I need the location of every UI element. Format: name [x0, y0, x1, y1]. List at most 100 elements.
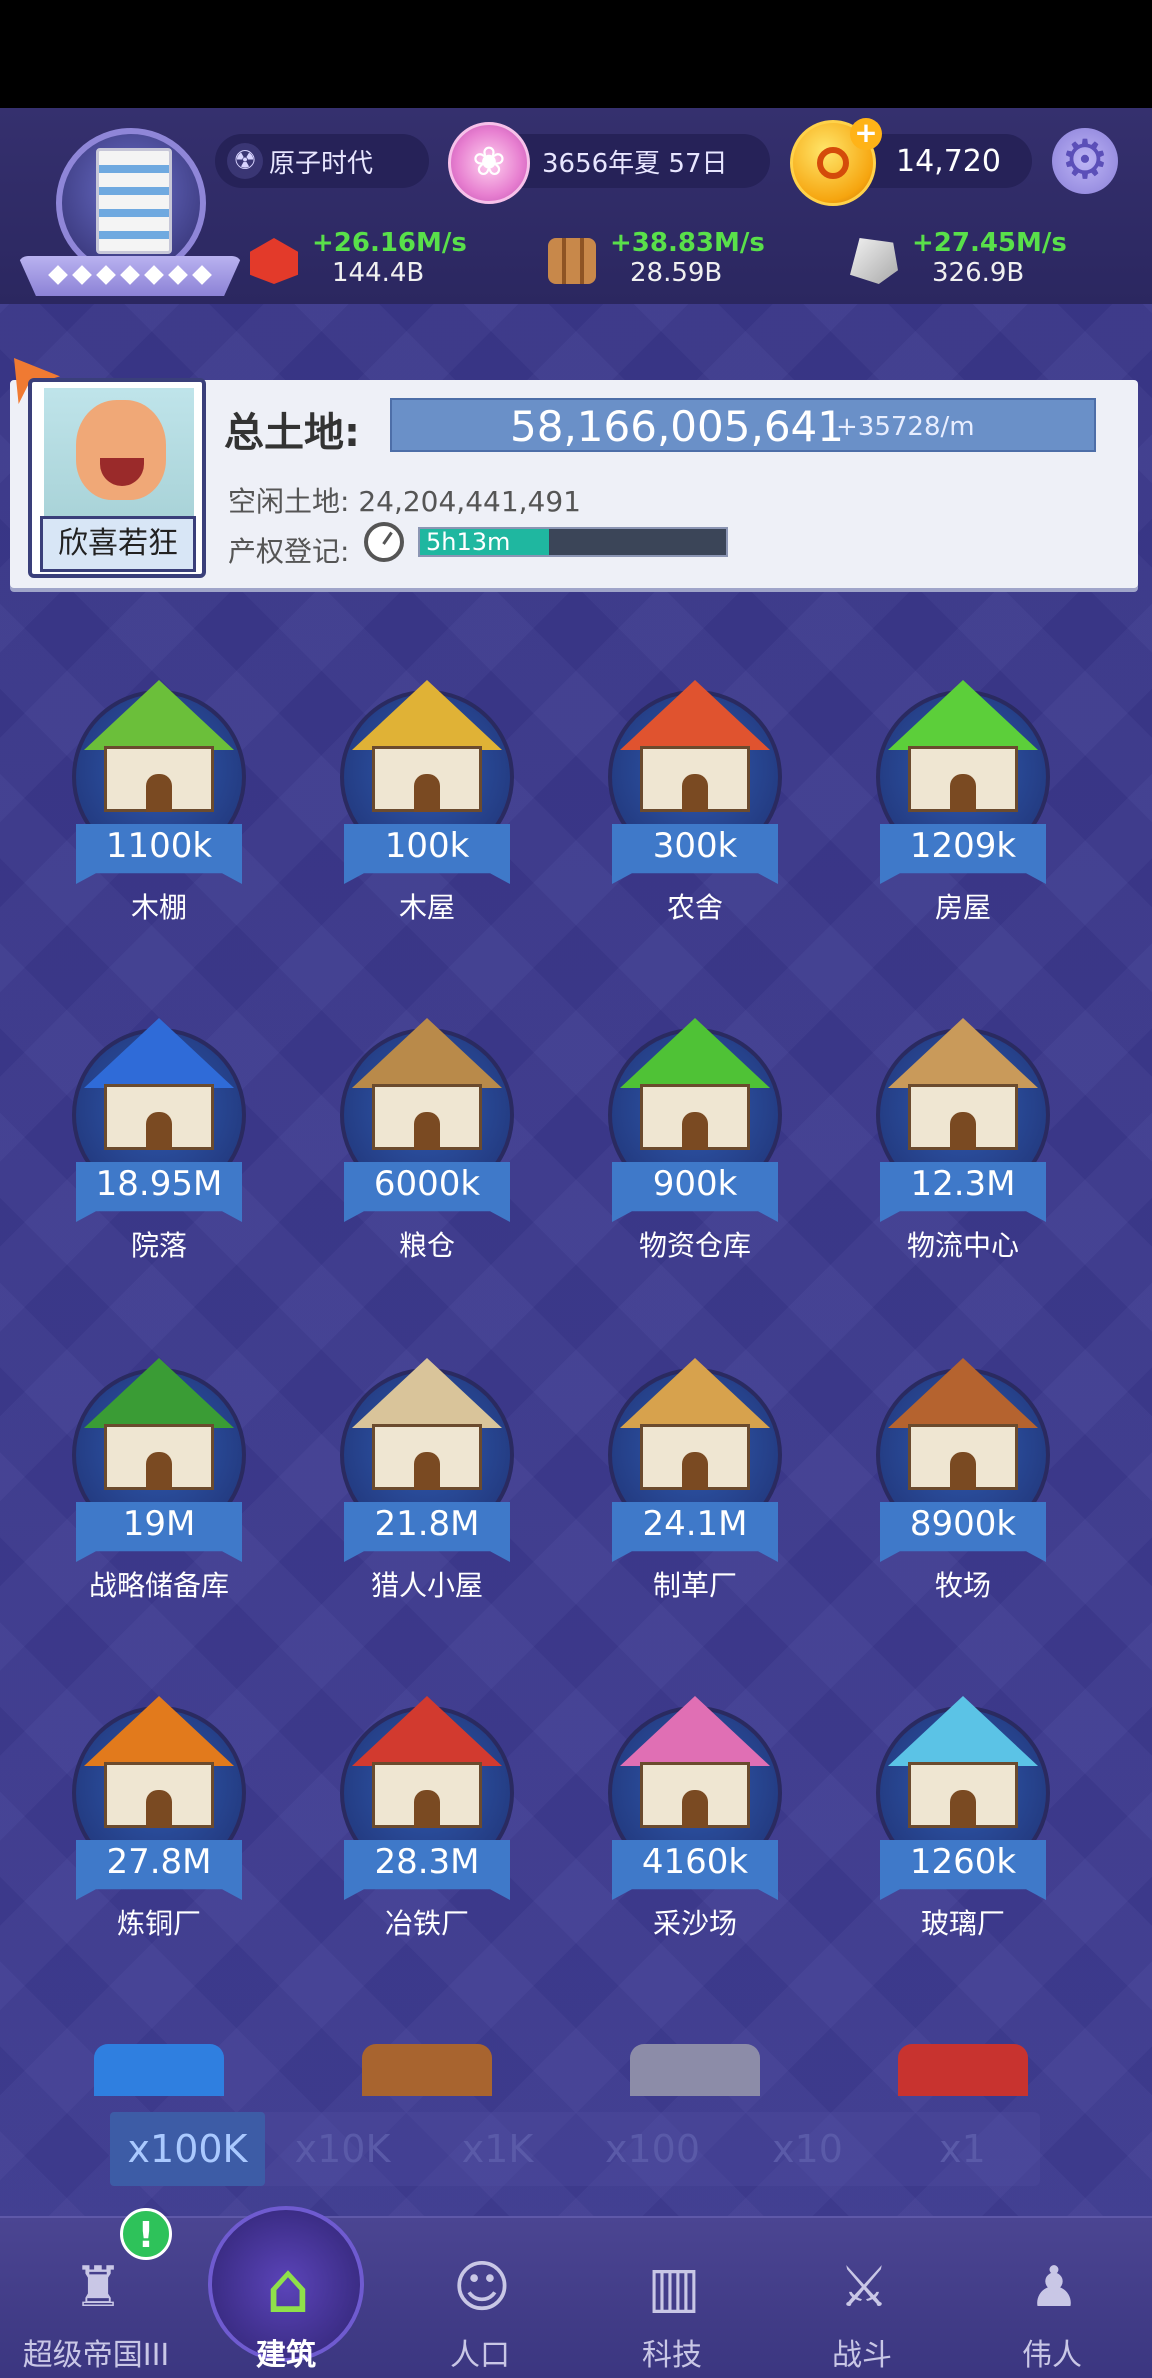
idle-land: 空闲土地: 24,204,441,491 [228, 485, 581, 518]
building-card[interactable]: 28.3M 冶铁厂 [302, 1656, 552, 1956]
building-cost: 21.8M [374, 1504, 480, 1544]
building-icon [84, 1696, 234, 1836]
person-icon: ☺ [452, 2255, 512, 2320]
building-icon [620, 1696, 770, 1836]
building-cost: 18.95M [95, 1164, 223, 1204]
resource-rate: +38.83M/s [610, 228, 765, 258]
total-land-label: 总土地: [224, 410, 360, 456]
building-name: 冶铁厂 [384, 1907, 469, 1940]
building-card[interactable]: 1209k 房屋 [838, 640, 1088, 940]
book-icon: ▥ [647, 2255, 701, 2320]
building-card[interactable]: 300k 农舍 [570, 640, 820, 940]
building-cost: 4160k [641, 1842, 749, 1882]
building-card[interactable]: 1100k 木棚 [34, 640, 284, 940]
building-name: 木屋 [398, 891, 455, 924]
building-icon [96, 148, 172, 254]
multiplier-option[interactable]: x1K [420, 2112, 575, 2186]
tab-label: 伟人 [1022, 2338, 1082, 2373]
castle-icon: ♜ [72, 2255, 124, 2320]
building-card[interactable]: 8900k 牧场 [838, 1318, 1088, 1618]
building-name: 木棚 [130, 891, 187, 924]
resource-total: 28.59B [630, 258, 723, 288]
building-icon [352, 1696, 502, 1836]
building-icon [352, 1358, 502, 1498]
building-card[interactable]: 900k 物资仓库 [570, 978, 820, 1278]
building-card[interactable]: 18.95M 院落 [34, 978, 284, 1278]
resource-stone: +27.45M/s 326.9B [850, 228, 1100, 292]
resource-total: 144.4B [332, 258, 425, 288]
building-cost: 1260k [909, 1842, 1017, 1882]
tab-label: 建筑 [256, 2338, 316, 2373]
building-peek[interactable] [620, 2024, 770, 2096]
statue-icon: ♟ [1028, 2255, 1080, 2320]
multiplier-option[interactable]: x1 [885, 2112, 1040, 2186]
swords-icon: ⚔ [838, 2255, 890, 2320]
building-cost: 300k [652, 826, 738, 866]
building-name: 采沙场 [652, 1907, 737, 1940]
tab-book[interactable]: ▥ 科技 [582, 2220, 762, 2376]
building-cost: 1209k [909, 826, 1017, 866]
building-name: 牧场 [934, 1569, 991, 1602]
building-icon [620, 1358, 770, 1498]
building-name: 炼铜厂 [116, 1907, 201, 1940]
building-peek[interactable] [352, 2024, 502, 2096]
tab-label: 战斗 [832, 2338, 892, 2373]
building-name: 房屋 [934, 891, 991, 924]
building-card[interactable]: 21.8M 猎人小屋 [302, 1318, 552, 1618]
building-card[interactable]: 12.3M 物流中心 [838, 978, 1088, 1278]
status-bar [0, 0, 1152, 108]
tab-label: 超级帝国III [22, 2338, 170, 2373]
tab-label: 人口 [450, 2338, 510, 2373]
building-icon [888, 680, 1038, 820]
building-cost: 6000k [373, 1164, 481, 1204]
era-pill[interactable]: ☢ 原子时代 [215, 134, 429, 188]
building-cost: 100k [384, 826, 470, 866]
empire-emblem[interactable] [18, 128, 242, 308]
building-cost: 900k [652, 1164, 738, 1204]
tab-swords[interactable]: ⚔ 战斗 [772, 2220, 952, 2376]
building-icon [888, 1358, 1038, 1498]
tab-person[interactable]: ☺ 人口 [390, 2220, 570, 2376]
building-name: 猎人小屋 [370, 1569, 483, 1602]
building-cost: 24.1M [642, 1504, 748, 1544]
building-card[interactable]: 24.1M 制革厂 [570, 1318, 820, 1618]
building-icon [352, 1018, 502, 1158]
building-card[interactable]: 100k 木屋 [302, 640, 552, 940]
lotus-icon[interactable] [448, 122, 530, 204]
total-land-value: 58,166,005,641 [510, 402, 844, 451]
multiplier-option[interactable]: x10 [730, 2112, 885, 2186]
tab-statue[interactable]: ♟ 伟人 [962, 2220, 1142, 2376]
resource-rate: +26.16M/s [312, 228, 467, 258]
total-land-rate: +35728/m [836, 412, 975, 442]
tab-house[interactable]: ⌂ 建筑 [196, 2220, 376, 2376]
register-progress-bar: 5h13m [418, 527, 728, 557]
building-name: 农舍 [666, 891, 723, 924]
building-card[interactable]: 6000k 粮仓 [302, 978, 552, 1278]
building-peek[interactable] [888, 2024, 1038, 2096]
gear-icon[interactable]: ⚙ [1052, 128, 1118, 194]
building-name: 物流中心 [906, 1229, 1019, 1262]
building-peek[interactable] [84, 2024, 234, 2096]
building-icon [352, 680, 502, 820]
building-icon [620, 1018, 770, 1158]
building-name: 制革厂 [652, 1569, 737, 1602]
house-icon: ⌂ [265, 2247, 311, 2329]
building-card[interactable]: 19M 战略储备库 [34, 1318, 284, 1618]
resource-total: 326.9B [932, 258, 1025, 288]
multiplier-option[interactable]: x100K [110, 2112, 265, 2186]
building-name: 战略储备库 [88, 1569, 229, 1602]
building-cost: 19M [122, 1504, 196, 1544]
building-card[interactable]: 27.8M 炼铜厂 [34, 1656, 284, 1956]
tab-label: 科技 [642, 2338, 702, 2373]
mood-badge: 欣喜若狂 [40, 516, 196, 572]
building-card[interactable]: 1260k 玻璃厂 [838, 1656, 1088, 1956]
building-cost: 27.8M [106, 1842, 212, 1882]
building-cost: 28.3M [374, 1842, 480, 1882]
advisor-avatar [44, 388, 194, 518]
resource-ruby: +26.16M/s 144.4B [250, 228, 500, 292]
multiplier-option[interactable]: x100 [575, 2112, 730, 2186]
building-card[interactable]: 4160k 采沙场 [570, 1656, 820, 1956]
multiplier-option[interactable]: x10K [265, 2112, 420, 2186]
building-name: 粮仓 [398, 1229, 455, 1262]
add-coins-icon[interactable]: + [850, 118, 882, 150]
